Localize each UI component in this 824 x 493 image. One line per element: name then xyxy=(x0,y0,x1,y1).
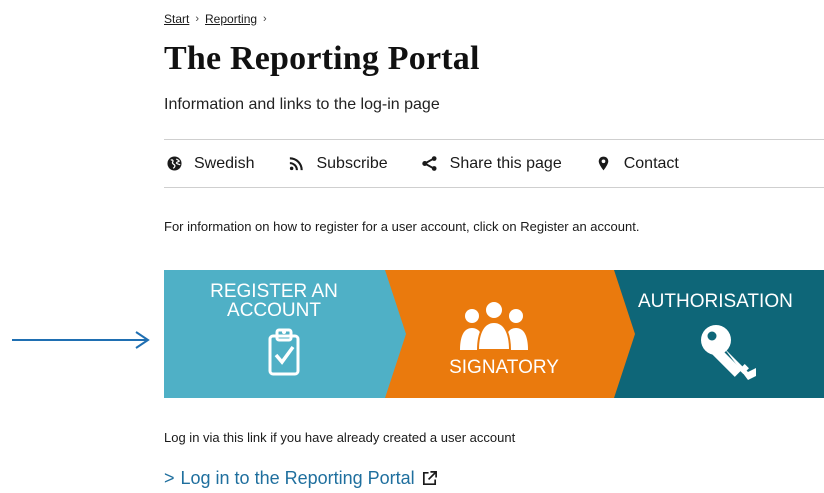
authorisation-label: AUTHORISATION xyxy=(638,291,793,312)
page-subtitle: Information and links to the log-in page xyxy=(164,96,440,113)
rss-icon xyxy=(288,156,304,172)
toolbar-divider-bottom xyxy=(164,187,824,188)
login-portal-link[interactable]: > Log in to the Reporting Portal xyxy=(164,468,438,489)
breadcrumb-link-reporting[interactable]: Reporting xyxy=(205,12,257,26)
login-instruction: Log in via this link if you have already… xyxy=(164,430,516,445)
language-swedish-link[interactable]: Swedish xyxy=(166,155,254,173)
share-page-link[interactable]: Share this page xyxy=(422,155,562,173)
breadcrumb-separator: › xyxy=(263,13,267,25)
login-portal-label: Log in to the Reporting Portal xyxy=(180,468,415,488)
authorisation-step[interactable]: AUTHORISATION xyxy=(626,270,824,398)
pointer-arrow-icon xyxy=(12,331,150,349)
subscribe-label: Subscribe xyxy=(316,154,388,172)
process-banner: REGISTER AN ACCOUNT SIGNATORY AUTHORISAT… xyxy=(164,270,824,398)
signatory-label: SIGNATORY xyxy=(449,357,559,378)
intro-text: For information on how to register for a… xyxy=(164,219,640,234)
subscribe-link[interactable]: Subscribe xyxy=(288,154,388,173)
key-icon xyxy=(701,325,756,380)
map-marker-icon xyxy=(596,156,612,172)
share-icon xyxy=(422,156,438,172)
clipboard-check-icon xyxy=(268,328,300,376)
register-account-line2: ACCOUNT xyxy=(227,300,321,321)
breadcrumb-separator: › xyxy=(195,13,200,25)
register-account-step[interactable]: REGISTER AN ACCOUNT xyxy=(164,270,400,398)
share-page-label: Share this page xyxy=(449,154,562,172)
contact-link[interactable]: Contact xyxy=(596,155,679,173)
breadcrumb-link-start[interactable]: Start xyxy=(164,12,189,26)
chevron-right-icon: > xyxy=(164,468,175,488)
external-link-icon xyxy=(421,470,438,487)
users-icon xyxy=(460,300,528,350)
page-title: The Reporting Portal xyxy=(164,40,480,77)
language-swedish-label: Swedish xyxy=(194,154,255,172)
register-account-line1: REGISTER AN xyxy=(210,281,338,302)
globe-icon xyxy=(166,156,182,172)
contact-label: Contact xyxy=(623,154,679,172)
page-toolbar: Swedish Subscribe Share this page Contac… xyxy=(166,140,713,187)
breadcrumb: Start › Reporting › xyxy=(164,12,267,26)
signatory-step[interactable]: SIGNATORY xyxy=(406,270,626,398)
